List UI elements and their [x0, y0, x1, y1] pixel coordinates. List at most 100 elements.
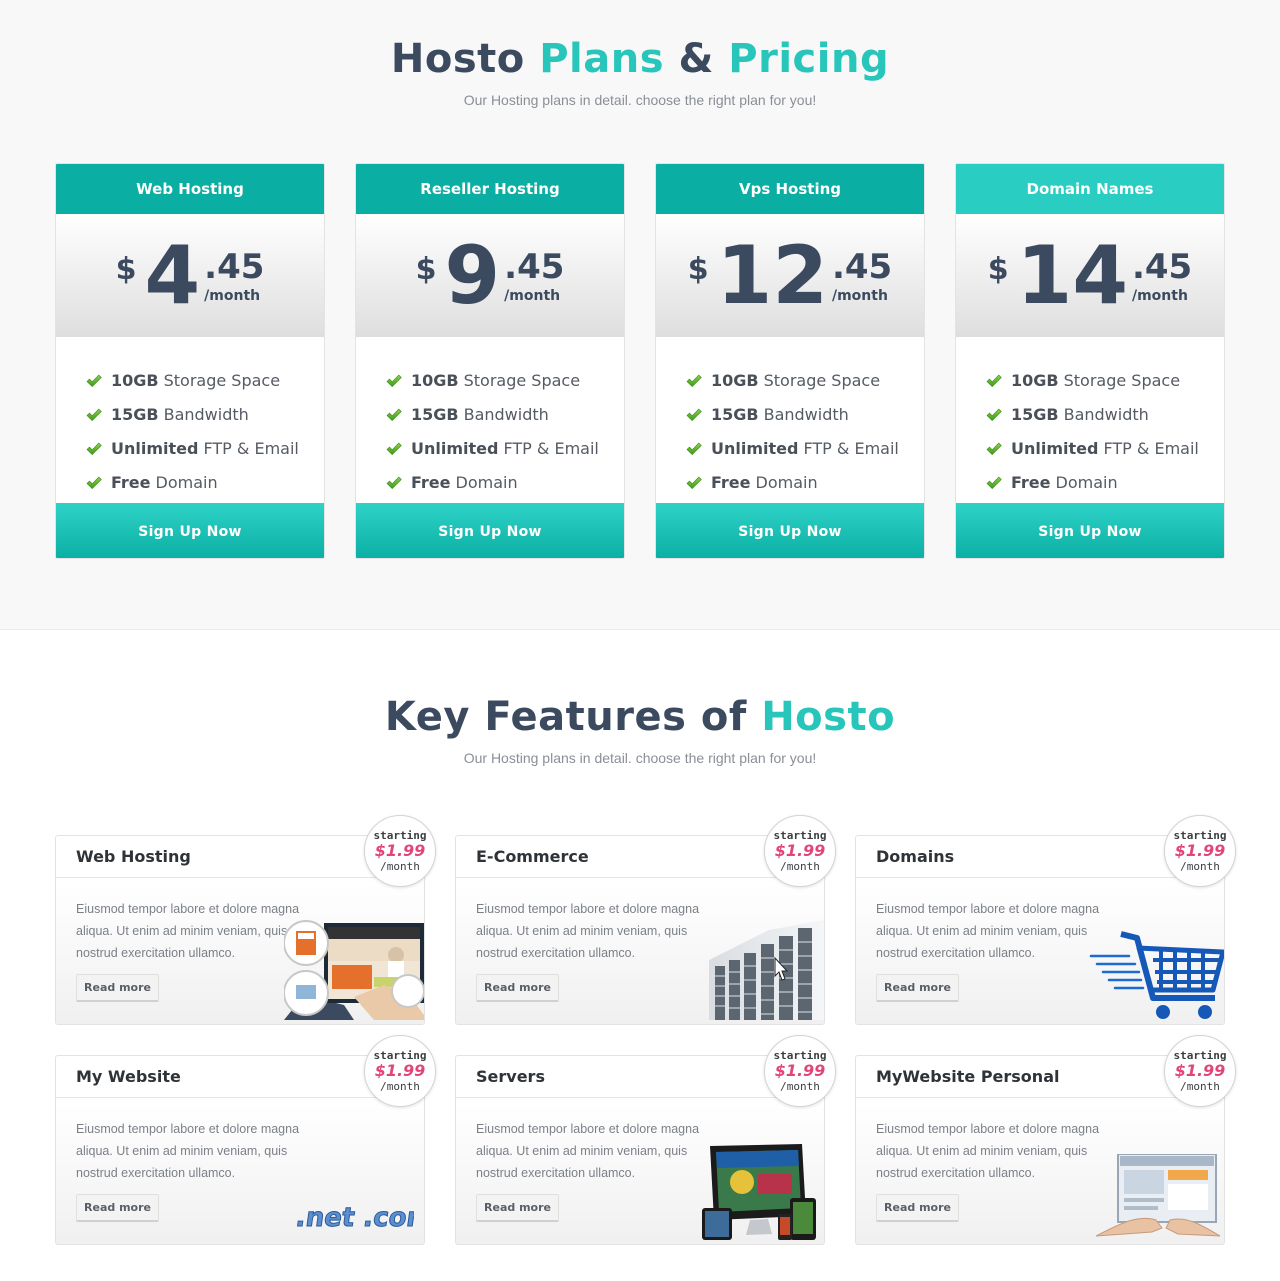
features-subtitle: Our Hosting plans in detail. choose the …: [463, 750, 817, 766]
read-more-button[interactable]: Read more: [876, 974, 959, 1002]
price-amount: 14: [1016, 228, 1128, 322]
badge-price: $1.99: [774, 1061, 826, 1080]
feature-card-description: Eiusmod tempor labore et dolore magna al…: [476, 902, 700, 960]
price-amount: 12: [716, 228, 828, 322]
badge-period: /month: [1180, 1080, 1220, 1093]
plan-feature: 10GB Storage Space: [686, 363, 924, 397]
price-badge: starting $1.99 /month: [1164, 1035, 1236, 1107]
website-design-illustration: [283, 915, 425, 1024]
price-currency: $: [115, 252, 137, 287]
feature-card: Domains Eiusmod tempor labore et dolore …: [855, 815, 1236, 1025]
feature-text: Bandwidth: [163, 404, 249, 424]
badge-period: /month: [1180, 860, 1220, 873]
title-text: Key Features of: [384, 694, 747, 740]
feature-highlight: Unlimited: [1011, 438, 1099, 458]
server-rack-illustration: [709, 920, 824, 1024]
plan-feature: 15GB Bandwidth: [386, 397, 624, 431]
feature-text: Domain: [1055, 472, 1118, 492]
feature-card: MyWebsite Personal Eiusmod tempor labore…: [855, 1035, 1236, 1245]
feature-text: Domain: [755, 472, 818, 492]
feature-text: FTP & Email: [803, 438, 899, 458]
feature-card-description: Eiusmod tempor labore et dolore magna al…: [76, 1122, 300, 1180]
price-amount: 4: [144, 228, 201, 322]
read-more-button[interactable]: Read more: [76, 974, 159, 1002]
price-badge: starting $1.99 /month: [1164, 815, 1236, 887]
dotcom-illustration: .net .com: [293, 1190, 436, 1240]
price-cents: .45: [504, 246, 565, 287]
plan-name: Domain Names: [956, 164, 1224, 214]
read-more-button[interactable]: Read more: [476, 974, 559, 1002]
plan-name: Reseller Hosting: [356, 164, 624, 214]
title-word-plans: Plans: [539, 36, 665, 82]
plan-feature: Free Domain: [686, 465, 924, 499]
checkmark-icon: [686, 475, 702, 490]
plan-price: $ 4 .45 /month: [56, 214, 324, 337]
feature-text: FTP & Email: [503, 438, 599, 458]
feature-text: FTP & Email: [203, 438, 299, 458]
plan-feature: Free Domain: [86, 465, 324, 499]
badge-price: $1.99: [374, 1061, 426, 1080]
plan-features: 10GB Storage Space 15GB Bandwidth Unlimi…: [956, 337, 1224, 503]
plan-name: Vps Hosting: [656, 164, 924, 214]
feature-highlight: Free: [411, 472, 451, 492]
price-badge: starting $1.99 /month: [364, 1035, 436, 1107]
checkmark-icon: [86, 373, 102, 388]
pricing-plans: Web Hosting $ 4 .45 /month 10GB Storage …: [55, 163, 1225, 559]
plan-feature: Unlimited FTP & Email: [686, 431, 924, 465]
plan-price: $ 14 .45 /month: [956, 214, 1224, 337]
price-badge: starting $1.99 /month: [764, 1035, 836, 1107]
devices-illustration: [702, 1144, 824, 1244]
checkmark-icon: [86, 407, 102, 422]
dotcom-art-text: .net .com: [296, 1203, 414, 1233]
feature-highlight: 15GB: [411, 404, 459, 424]
price-period: /month: [831, 287, 888, 304]
price-currency: $: [987, 252, 1009, 287]
checkmark-icon: [386, 475, 402, 490]
plan-price: $ 9 .45 /month: [356, 214, 624, 337]
price-cents: .45: [1131, 246, 1193, 287]
feature-highlight: Free: [111, 472, 151, 492]
read-more-button[interactable]: Read more: [76, 1194, 159, 1222]
checkmark-icon: [686, 373, 702, 388]
feature-highlight: Unlimited: [111, 438, 199, 458]
checkmark-icon: [986, 373, 1002, 388]
feature-text: Bandwidth: [1063, 404, 1149, 424]
sign-up-button[interactable]: Sign Up Now: [956, 503, 1224, 558]
feature-text: Bandwidth: [463, 404, 549, 424]
price-badge: starting $1.99 /month: [364, 815, 436, 887]
feature-text: Storage Space: [1063, 370, 1181, 390]
badge-period: /month: [380, 1080, 420, 1093]
checkmark-icon: [986, 441, 1002, 456]
plan-features: 10GB Storage Space 15GB Bandwidth Unlimi…: [656, 337, 924, 503]
feature-text: Bandwidth: [763, 404, 849, 424]
plan-feature: Unlimited FTP & Email: [986, 431, 1224, 465]
title-ampersand: &: [678, 36, 714, 82]
feature-card: My Website Eiusmod tempor labore et dolo…: [55, 1035, 436, 1245]
checkmark-icon: [986, 407, 1002, 422]
plan-feature: 15GB Bandwidth: [686, 397, 924, 431]
feature-highlight: Free: [711, 472, 751, 492]
plan-card: Web Hosting $ 4 .45 /month 10GB Storage …: [55, 163, 325, 559]
sign-up-button[interactable]: Sign Up Now: [56, 503, 324, 558]
feature-highlight: 15GB: [711, 404, 759, 424]
checkmark-icon: [86, 441, 102, 456]
price-period: /month: [204, 287, 261, 304]
plan-features: 10GB Storage Space 15GB Bandwidth Unlimi…: [356, 337, 624, 503]
plan-card: Domain Names $ 14 .45 /month 10GB Storag…: [955, 163, 1225, 559]
title-word-brand: Hosto: [390, 36, 525, 82]
read-more-button[interactable]: Read more: [876, 1194, 959, 1222]
sign-up-button[interactable]: Sign Up Now: [656, 503, 924, 558]
feature-highlight: Unlimited: [411, 438, 499, 458]
plan-card: Vps Hosting $ 12 .45 /month 10GB Storage…: [655, 163, 925, 559]
checkmark-icon: [986, 475, 1002, 490]
price-amount: 9: [444, 228, 501, 322]
badge-period: /month: [780, 860, 820, 873]
read-more-button[interactable]: Read more: [476, 1194, 559, 1222]
sign-up-button[interactable]: Sign Up Now: [356, 503, 624, 558]
title-word-pricing: Pricing: [728, 36, 890, 82]
feature-text: Storage Space: [763, 370, 881, 390]
feature-card: E-Commerce Eiusmod tempor labore et dolo…: [455, 815, 836, 1025]
key-features-section: Key Features of Hosto Our Hosting plans …: [0, 630, 1280, 1281]
price-currency: $: [687, 252, 709, 287]
plan-feature: Free Domain: [986, 465, 1224, 499]
